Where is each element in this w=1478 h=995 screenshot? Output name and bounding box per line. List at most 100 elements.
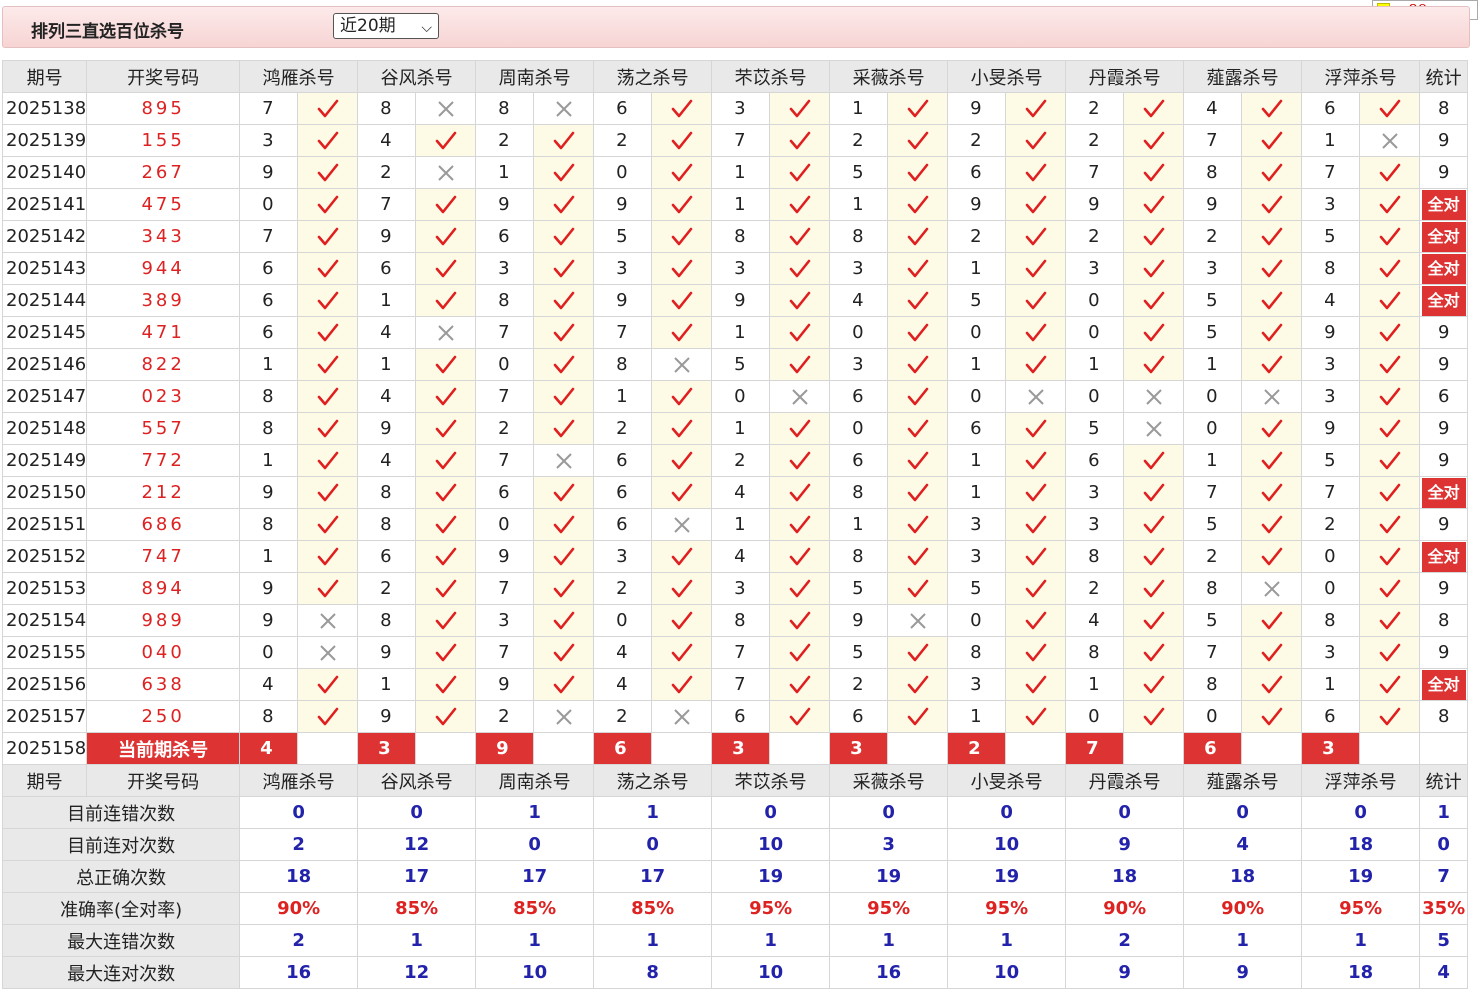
check-icon <box>317 515 338 533</box>
cross-icon <box>673 516 690 533</box>
current-empty-cell <box>1005 732 1067 765</box>
kill-number-dangzhi: 3 <box>593 540 653 573</box>
period-select[interactable]: 近20期 ⌵ <box>333 13 439 39</box>
kill-number-gufeng: 1 <box>357 668 417 701</box>
stats-value-xiaomin: 10 <box>947 956 1067 989</box>
check-icon <box>1143 227 1164 245</box>
check-icon <box>1143 131 1164 149</box>
check-icon <box>317 227 338 245</box>
kill-number-caiwei: 1 <box>829 188 889 221</box>
result-gufeng <box>415 380 477 413</box>
check-icon <box>317 323 338 341</box>
check-icon <box>1379 419 1400 437</box>
kill-number-xiaomin: 9 <box>947 92 1007 125</box>
kill-number-gufeng: 1 <box>357 348 417 381</box>
issue-cell: 2025141 <box>1 188 88 221</box>
column-header: 谷风杀号 <box>357 60 477 93</box>
check-icon <box>1379 451 1400 469</box>
table-row: 2025150 212 9 8 6 6 4 8 1 3 7 7 全对 <box>1 476 1469 509</box>
stat-cell: 9 <box>1419 508 1469 541</box>
kill-number-danxia: 2 <box>1065 92 1125 125</box>
kill-number-xielu: 7 <box>1183 476 1243 509</box>
kill-number-honghe: 9 <box>239 476 299 509</box>
result-danxia <box>1123 124 1185 157</box>
kill-number-zhounan: 6 <box>475 476 535 509</box>
stats-total: 7 <box>1419 860 1469 893</box>
stats-value-xielu: 1 <box>1183 924 1303 957</box>
stats-value-gufeng: 17 <box>357 860 477 893</box>
check-icon <box>435 451 456 469</box>
table-row: 2025155 040 0 9 7 4 7 5 8 8 7 3 9 <box>1 636 1469 669</box>
check-icon <box>1143 707 1164 725</box>
check-icon <box>317 163 338 181</box>
issue-cell: 2025153 <box>1 572 88 605</box>
kill-number-danxia: 5 <box>1065 412 1125 445</box>
stat-cell: 全对 <box>1419 476 1469 509</box>
draw-number-cell: 389 <box>86 284 241 317</box>
kill-number-table: 期号 开奖号码 鸿雁杀号 谷风杀号 周南杀号 荡之杀号 芣苡杀号 采薇杀号 小旻杀号 丹霞杀号 薤露… <box>1 60 1469 989</box>
stats-total: 4 <box>1419 956 1469 989</box>
check-icon <box>1261 163 1282 181</box>
check-icon <box>1261 451 1282 469</box>
result-dangzhi <box>651 604 713 637</box>
check-icon <box>1143 195 1164 213</box>
kill-number-fuyi: 7 <box>711 668 771 701</box>
kill-number-fuping: 1 <box>1301 668 1361 701</box>
table-row: 2025149 772 1 4 7 6 2 6 1 6 1 5 9 <box>1 444 1469 477</box>
check-icon <box>1025 227 1046 245</box>
check-icon <box>553 611 574 629</box>
column-header: 鸿雁杀号 <box>239 60 359 93</box>
kill-number-zhounan: 7 <box>475 572 535 605</box>
stats-value-fuyi: 0 <box>711 796 831 829</box>
result-zhounan <box>533 476 595 509</box>
column-header: 芣苡杀号 <box>711 764 831 797</box>
result-danxia <box>1123 188 1185 221</box>
result-fuping <box>1359 476 1421 509</box>
check-icon <box>671 579 692 597</box>
check-icon <box>1025 611 1046 629</box>
result-honghe <box>297 316 359 349</box>
current-empty-cell <box>533 732 595 765</box>
result-honghe <box>297 668 359 701</box>
check-icon <box>553 675 574 693</box>
check-icon <box>907 355 928 373</box>
result-dangzhi <box>651 188 713 221</box>
stats-value-dangzhi: 1 <box>593 924 713 957</box>
check-icon <box>671 387 692 405</box>
check-icon <box>907 195 928 213</box>
kill-number-dangzhi: 0 <box>593 604 653 637</box>
column-header: 薤露杀号 <box>1183 60 1303 93</box>
check-icon <box>671 323 692 341</box>
result-caiwei <box>887 668 949 701</box>
check-icon <box>1025 483 1046 501</box>
kill-number-gufeng: 1 <box>357 284 417 317</box>
kill-number-danxia: 0 <box>1065 316 1125 349</box>
kill-number-fuyi: 0 <box>711 380 771 413</box>
stat-cell: 全对 <box>1419 284 1469 317</box>
stats-value-danxia: 2 <box>1065 924 1185 957</box>
kill-number-fuyi: 6 <box>711 700 771 733</box>
result-zhounan <box>533 508 595 541</box>
all-right-badge: 全对 <box>1421 285 1466 316</box>
result-zhounan <box>533 412 595 445</box>
check-icon <box>435 611 456 629</box>
result-fuyi <box>769 156 831 189</box>
result-caiwei <box>887 220 949 253</box>
check-icon <box>1143 163 1164 181</box>
kill-number-xiaomin: 0 <box>947 380 1007 413</box>
kill-number-fuping: 4 <box>1301 284 1361 317</box>
column-header: 开奖号码 <box>86 764 241 797</box>
column-header: 周南杀号 <box>475 60 595 93</box>
cross-icon <box>791 388 808 405</box>
result-dangzhi <box>651 284 713 317</box>
check-icon <box>317 99 338 117</box>
check-icon <box>671 611 692 629</box>
cross-icon <box>555 452 572 469</box>
kill-number-fuping: 7 <box>1301 156 1361 189</box>
current-empty-cell <box>1123 732 1185 765</box>
issue-cell: 2025152 <box>1 540 88 573</box>
check-icon <box>553 483 574 501</box>
cross-icon <box>1381 132 1398 149</box>
column-header: 丹霞杀号 <box>1065 60 1185 93</box>
kill-number-xiaomin: 8 <box>947 636 1007 669</box>
